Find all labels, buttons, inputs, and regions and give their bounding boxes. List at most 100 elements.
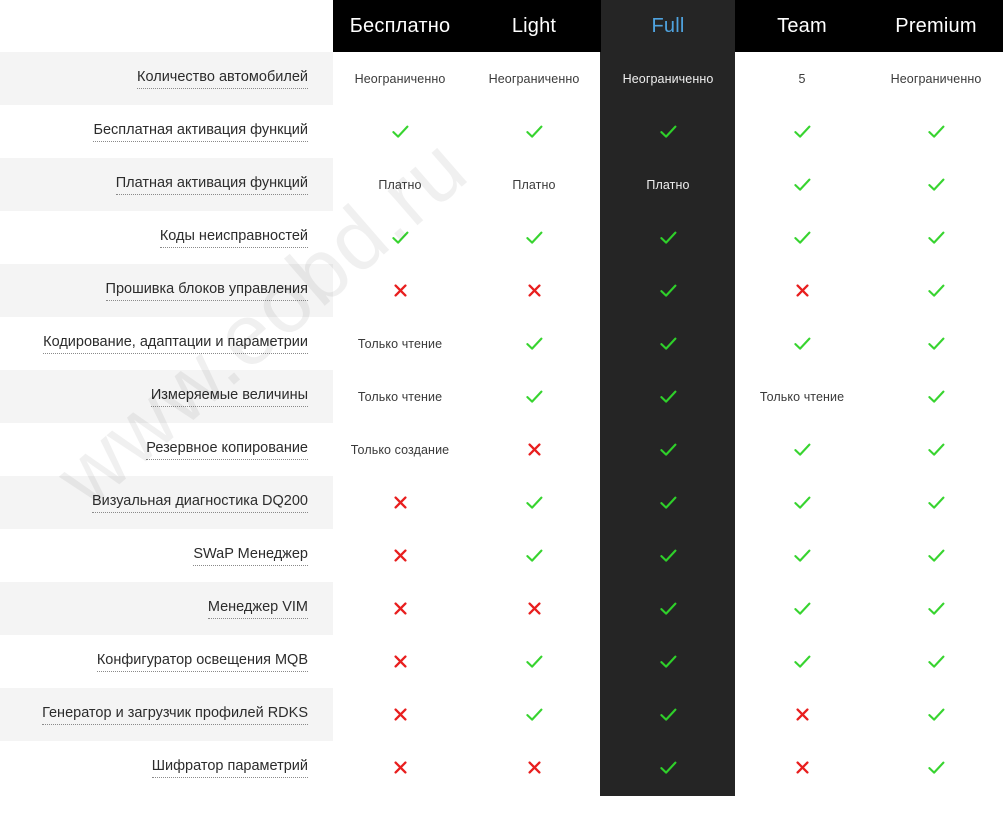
- cell-free: Платно: [333, 158, 467, 211]
- cell-free: [333, 741, 467, 794]
- feature-label-cell: Резервное копирование: [0, 423, 333, 476]
- cross-icon: [393, 549, 407, 562]
- check-icon: [525, 337, 543, 351]
- cross-icon: [527, 761, 541, 774]
- cell-free: [333, 476, 467, 529]
- cell-team: [735, 158, 869, 211]
- feature-label-cell: Прошивка блоков управления: [0, 264, 333, 317]
- cell-full: [601, 635, 735, 688]
- table-row: Менеджер VIM: [0, 582, 1003, 635]
- table-row: Конфигуратор освещения MQB: [0, 635, 1003, 688]
- feature-label-link[interactable]: Шифратор параметрий: [151, 757, 308, 778]
- feature-label-link[interactable]: Резервное копирование: [146, 439, 308, 460]
- table-row: Коды неисправностей: [0, 211, 1003, 264]
- feature-label-cell: Платная активация функций: [0, 158, 333, 211]
- feature-label-link[interactable]: Визуальная диагностика DQ200: [91, 492, 308, 513]
- check-icon: [525, 708, 543, 722]
- cell-light: [467, 476, 601, 529]
- cell-light: [467, 635, 601, 688]
- feature-label-link[interactable]: Прошивка блоков управления: [105, 280, 308, 301]
- feature-label-link[interactable]: SWaP Менеджер: [193, 545, 308, 566]
- cell-full: [601, 317, 735, 370]
- cell-light: [467, 105, 601, 158]
- cell-full: [601, 741, 735, 794]
- feature-label-link[interactable]: Количество автомобилей: [137, 68, 308, 89]
- row-values: Только чтение: [333, 317, 1003, 370]
- feature-label-link[interactable]: Конфигуратор освещения MQB: [96, 651, 308, 672]
- check-icon: [793, 443, 811, 457]
- table-row: Генератор и загрузчик профилей RDKS: [0, 688, 1003, 741]
- row-values: Только чтение Только чтение: [333, 370, 1003, 423]
- check-icon: [793, 655, 811, 669]
- column-header-full[interactable]: Full: [601, 0, 735, 52]
- cell-full: [601, 211, 735, 264]
- column-header-free[interactable]: Бесплатно: [333, 0, 467, 52]
- cell-value-text: Только создание: [350, 442, 450, 457]
- cell-full: [601, 370, 735, 423]
- cell-free: [333, 264, 467, 317]
- cell-premium: [869, 370, 1003, 423]
- feature-label-link[interactable]: Бесплатная активация функций: [93, 121, 308, 142]
- feature-label-link[interactable]: Менеджер VIM: [207, 598, 308, 619]
- check-icon: [659, 602, 677, 616]
- cell-team: [735, 635, 869, 688]
- cell-team: [735, 582, 869, 635]
- check-icon: [927, 125, 945, 139]
- cell-team: [735, 529, 869, 582]
- feature-label-link[interactable]: Коды неисправностей: [159, 227, 308, 248]
- check-icon: [659, 549, 677, 563]
- table-header-row: Бесплатно Light Full Team Premium: [333, 0, 1003, 52]
- check-icon: [525, 549, 543, 563]
- cell-value-text: Неограниченно: [488, 71, 580, 86]
- check-icon: [659, 761, 677, 775]
- row-values: Только создание: [333, 423, 1003, 476]
- feature-label-cell: Шифратор параметрий: [0, 741, 333, 794]
- check-icon: [793, 231, 811, 245]
- feature-label-cell: Измеряемые величины: [0, 370, 333, 423]
- cross-icon: [393, 761, 407, 774]
- column-header-team[interactable]: Team: [735, 0, 869, 52]
- cell-free: [333, 582, 467, 635]
- table-row: Платная активация функций Платно Платно Пла…: [0, 158, 1003, 211]
- cell-value-text: 5: [798, 71, 806, 86]
- check-icon: [927, 178, 945, 192]
- cell-full: [601, 582, 735, 635]
- row-values: [333, 264, 1003, 317]
- row-values: Неограниченно Неограниченно Неограниченно 5…: [333, 52, 1003, 105]
- check-icon: [525, 496, 543, 510]
- cell-premium: [869, 741, 1003, 794]
- table-row: Кодирование, адаптации и параметрии Тольк…: [0, 317, 1003, 370]
- cell-value-text: Только чтение: [759, 389, 845, 404]
- cell-premium: [869, 423, 1003, 476]
- check-icon: [659, 125, 677, 139]
- cell-full: [601, 105, 735, 158]
- feature-label-cell: Бесплатная активация функций: [0, 105, 333, 158]
- check-icon: [927, 390, 945, 404]
- check-icon: [927, 496, 945, 510]
- row-values: [333, 741, 1003, 794]
- check-icon: [525, 231, 543, 245]
- cell-free: Неограниченно: [333, 52, 467, 105]
- cell-premium: [869, 317, 1003, 370]
- table-row: Прошивка блоков управления: [0, 264, 1003, 317]
- feature-label-cell: Коды неисправностей: [0, 211, 333, 264]
- cross-icon: [527, 443, 541, 456]
- cell-premium: [869, 158, 1003, 211]
- feature-label-link[interactable]: Измеряемые величины: [150, 386, 308, 407]
- cell-light: Неограниченно: [467, 52, 601, 105]
- feature-label-link[interactable]: Кодирование, адаптации и параметрии: [43, 333, 308, 354]
- feature-label-link[interactable]: Платная активация функций: [115, 174, 308, 195]
- cell-full: [601, 688, 735, 741]
- cross-icon: [795, 708, 809, 721]
- cell-light: [467, 370, 601, 423]
- check-icon: [927, 761, 945, 775]
- column-header-premium[interactable]: Premium: [869, 0, 1003, 52]
- column-header-light[interactable]: Light: [467, 0, 601, 52]
- cell-team: [735, 688, 869, 741]
- feature-label-link[interactable]: Генератор и загрузчик профилей RDKS: [42, 704, 308, 725]
- cell-premium: [869, 529, 1003, 582]
- table-row: Визуальная диагностика DQ200: [0, 476, 1003, 529]
- cell-light: [467, 529, 601, 582]
- cell-free: [333, 635, 467, 688]
- check-icon: [659, 337, 677, 351]
